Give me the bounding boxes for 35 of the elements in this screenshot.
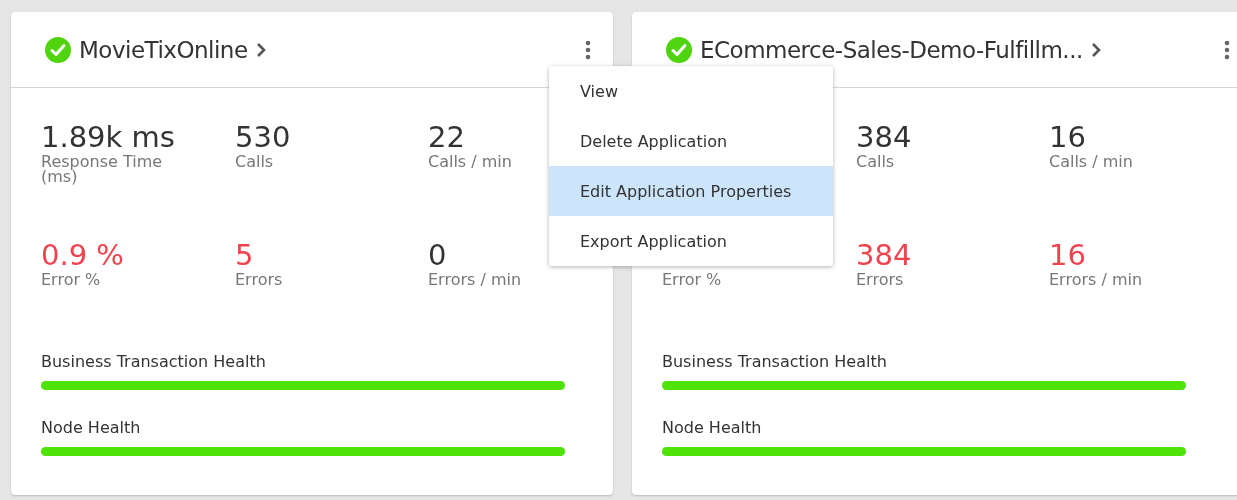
health-label: Business Transaction Health	[41, 352, 267, 371]
metric-label: Calls / min	[428, 154, 513, 169]
menu-item[interactable]: Export Application	[549, 216, 833, 266]
metric-label: Errors / min	[428, 272, 523, 287]
metric-value: 0	[428, 238, 447, 272]
health-label: Business Transaction Health	[662, 352, 888, 371]
chevron-right-icon[interactable]	[1090, 41, 1101, 58]
menu-item[interactable]: View	[549, 66, 833, 116]
metric-value: 5	[235, 238, 254, 272]
metric-label: Calls	[235, 154, 275, 169]
app-title[interactable]: ECommerce-Sales-Demo-Fulfillm...	[700, 36, 1083, 63]
metric-value: 22	[428, 120, 465, 154]
metric-value: 530	[235, 120, 291, 154]
metric-value: 384	[856, 238, 912, 272]
metric-label: Response Time (ms)	[41, 154, 164, 184]
metric-value: 1.89k ms	[41, 120, 175, 154]
more-vertical-icon[interactable]	[585, 39, 591, 60]
metric-label: Calls	[856, 154, 896, 169]
health-label: Node Health	[41, 418, 142, 437]
metric-value: 0.9 %	[41, 238, 124, 272]
metric-label: Calls / min	[1049, 154, 1134, 169]
app-title[interactable]: MovieTixOnline	[79, 36, 248, 63]
metric-label: Error %	[41, 272, 102, 287]
metric-value: 16	[1049, 238, 1086, 272]
metric-label: Error %	[662, 272, 723, 287]
metric-value: 16	[1049, 120, 1086, 154]
more-vertical-icon[interactable]	[1224, 39, 1230, 60]
menu-item[interactable]: Delete Application	[549, 116, 833, 166]
metric-value: 384	[856, 120, 912, 154]
chevron-right-icon[interactable]	[255, 41, 266, 58]
health-label: Node Health	[662, 418, 763, 437]
metric-label: Errors / min	[1049, 272, 1144, 287]
menu-item[interactable]: Edit Application Properties	[549, 166, 833, 216]
metric-label: Errors	[856, 272, 905, 287]
metric-label: Errors	[235, 272, 284, 287]
